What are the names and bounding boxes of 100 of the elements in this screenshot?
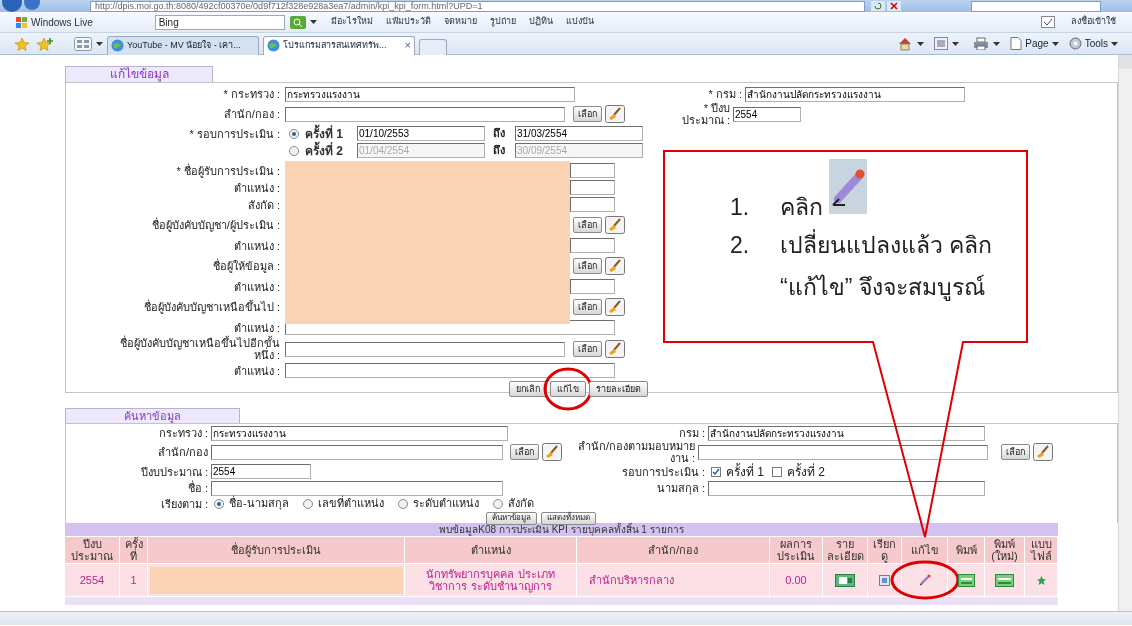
add-favorite-icon[interactable] (36, 36, 54, 51)
form-button[interactable]: ค้นหาข้อมูล (486, 511, 537, 525)
broom-icon[interactable] (605, 298, 625, 316)
dropdown-arrow-icon[interactable] (952, 41, 960, 46)
text-field[interactable] (285, 106, 565, 122)
pencil-icon[interactable] (918, 574, 931, 586)
text-field[interactable] (708, 480, 985, 496)
tools-menu[interactable]: Tools (1068, 36, 1118, 51)
field-label: * กระทรวง : (222, 88, 281, 100)
pencil-icon (829, 159, 867, 214)
star-icon[interactable] (1036, 575, 1046, 585)
toolbar-link[interactable]: แบ่งปัน (565, 15, 594, 29)
flag-icon (16, 16, 28, 28)
text-field[interactable] (211, 444, 503, 460)
select-button[interactable]: เลือก (573, 217, 602, 233)
option-label: ครั้งที่ 1 (726, 462, 764, 481)
dropdown-arrow-icon[interactable] (96, 41, 103, 46)
print-icon[interactable] (995, 573, 1014, 587)
text-field[interactable]: 2554 (733, 106, 801, 122)
dropdown-arrow-icon (1051, 41, 1059, 46)
radio-button[interactable] (289, 145, 299, 156)
form-button[interactable]: แก้ไข (550, 381, 586, 397)
select-button[interactable]: เลือก (573, 258, 602, 274)
refresh-icon[interactable] (871, 1, 885, 11)
toolbar-link[interactable]: ปฏิทิน (528, 15, 553, 29)
text-field[interactable] (570, 163, 615, 178)
text-field[interactable]: 2554 (211, 464, 311, 479)
text-field[interactable]: 31/03/2554 (515, 126, 643, 141)
dropdown-arrow-icon[interactable] (917, 41, 925, 46)
field-label: * ปีงบ ประมาณ : (680, 102, 731, 126)
search-field[interactable] (971, 0, 1101, 12)
text-field[interactable]: 01/10/2553 (357, 126, 485, 141)
radio-button[interactable] (397, 498, 408, 509)
field-label: เรียงตาม : (159, 497, 209, 510)
printer-icon[interactable] (973, 37, 990, 50)
dropdown-arrow-icon[interactable] (309, 20, 317, 24)
scrollbar[interactable] (1118, 55, 1132, 611)
sign-in-link[interactable]: ลงชื่อเข้าใช้ (1071, 15, 1116, 29)
select-button[interactable]: เลือก (1001, 444, 1030, 460)
radio-button[interactable] (289, 128, 299, 139)
form-button[interactable]: แสดงทั้งหมด (541, 511, 596, 525)
field-label: สำนัก/กองตามมอบหมาย งาน : (576, 440, 696, 464)
gear-icon (1068, 37, 1082, 50)
broom-icon[interactable] (605, 340, 625, 358)
select-button[interactable]: เลือก (573, 106, 602, 122)
checkbox[interactable] (772, 466, 782, 477)
radio-button[interactable] (492, 498, 503, 509)
form-button[interactable]: รายละเอียด (589, 381, 648, 397)
text-field[interactable]: สำนักงานปลัดกระทรวงแรงงาน (745, 86, 965, 102)
select-button[interactable]: เลือก (573, 299, 602, 315)
checkbox-icon[interactable] (1041, 16, 1055, 28)
broom-icon[interactable] (605, 105, 625, 123)
dropdown-arrow-icon (1111, 41, 1118, 46)
option-label: ครั้งที่ 1 (305, 124, 344, 141)
field-label: ชื่อผู้ให้ข้อมูล : (211, 260, 281, 272)
toolbar-link[interactable]: รูปถ่าย (489, 15, 516, 29)
field-label: รอบการประเมิน : (620, 465, 706, 478)
broom-icon[interactable] (605, 257, 625, 275)
field-label: กรม : (677, 427, 706, 439)
toolbar-link[interactable]: จดหมาย (443, 15, 477, 29)
search-field[interactable]: Bing (154, 14, 285, 30)
step-text: คลิก (780, 193, 823, 222)
text-field[interactable] (570, 238, 615, 253)
text-field[interactable]: กระทรวงแรงงาน (211, 425, 508, 441)
close-tab-icon: × (404, 37, 411, 54)
text-field[interactable] (285, 363, 615, 378)
field-label: ปีงบประมาณ : (139, 465, 209, 478)
address-field[interactable]: http://dpis.moi.go.th:8080/492cf00370e/0d9f712f328e928a3ea7/admin/kpi_kpi_form.html?UPD=1 (90, 0, 865, 12)
browser-tab[interactable]: โปรแกรมสารสนเทศทรัพ... × (263, 35, 415, 55)
dropdown-arrow-icon[interactable] (993, 41, 1001, 46)
view-icon[interactable] (879, 574, 890, 586)
page-menu[interactable]: Page (1010, 36, 1059, 51)
broom-icon[interactable] (1033, 443, 1053, 461)
text-field[interactable] (211, 480, 503, 496)
select-button[interactable]: เลือก (573, 341, 602, 357)
broom-icon[interactable] (542, 443, 562, 461)
favorites-star-icon[interactable] (14, 36, 30, 51)
text-field[interactable] (698, 444, 988, 460)
stop-icon[interactable] (887, 1, 901, 11)
toolbar-link[interactable]: มีอะไรใหม่ (330, 15, 373, 29)
text-field[interactable]: กระทรวงแรงงาน (285, 86, 575, 102)
text-field[interactable]: สำนักงานปลัดกระทรวงแรงงาน (708, 425, 985, 441)
browser-tab[interactable]: YouTube - MV น้อยใจ - เคา... (107, 35, 259, 55)
radio-button[interactable] (214, 498, 224, 509)
back-button-icon[interactable] (0, 0, 40, 12)
broom-icon[interactable] (605, 216, 625, 234)
select-button[interactable]: เลือก (510, 444, 539, 460)
field-label: * รอบการประเมิน : (188, 127, 281, 140)
details-icon[interactable] (835, 573, 855, 587)
text-field[interactable] (285, 341, 565, 357)
print-icon[interactable] (957, 573, 975, 587)
field-label: ชื่อผู้บังคับบัญชาเหนือขึ้นไปอีกขั้น หนึ่ง : (119, 337, 281, 361)
toolbar-link[interactable]: แฟ้มประวัติ (385, 15, 431, 29)
home-icon[interactable] (897, 36, 914, 51)
text-field[interactable] (570, 180, 615, 195)
form-button[interactable]: ยกเลิก (509, 381, 547, 397)
text-field[interactable] (570, 279, 615, 294)
radio-button[interactable] (302, 498, 313, 509)
text-field[interactable] (570, 197, 615, 212)
checkbox[interactable] (711, 466, 721, 477)
